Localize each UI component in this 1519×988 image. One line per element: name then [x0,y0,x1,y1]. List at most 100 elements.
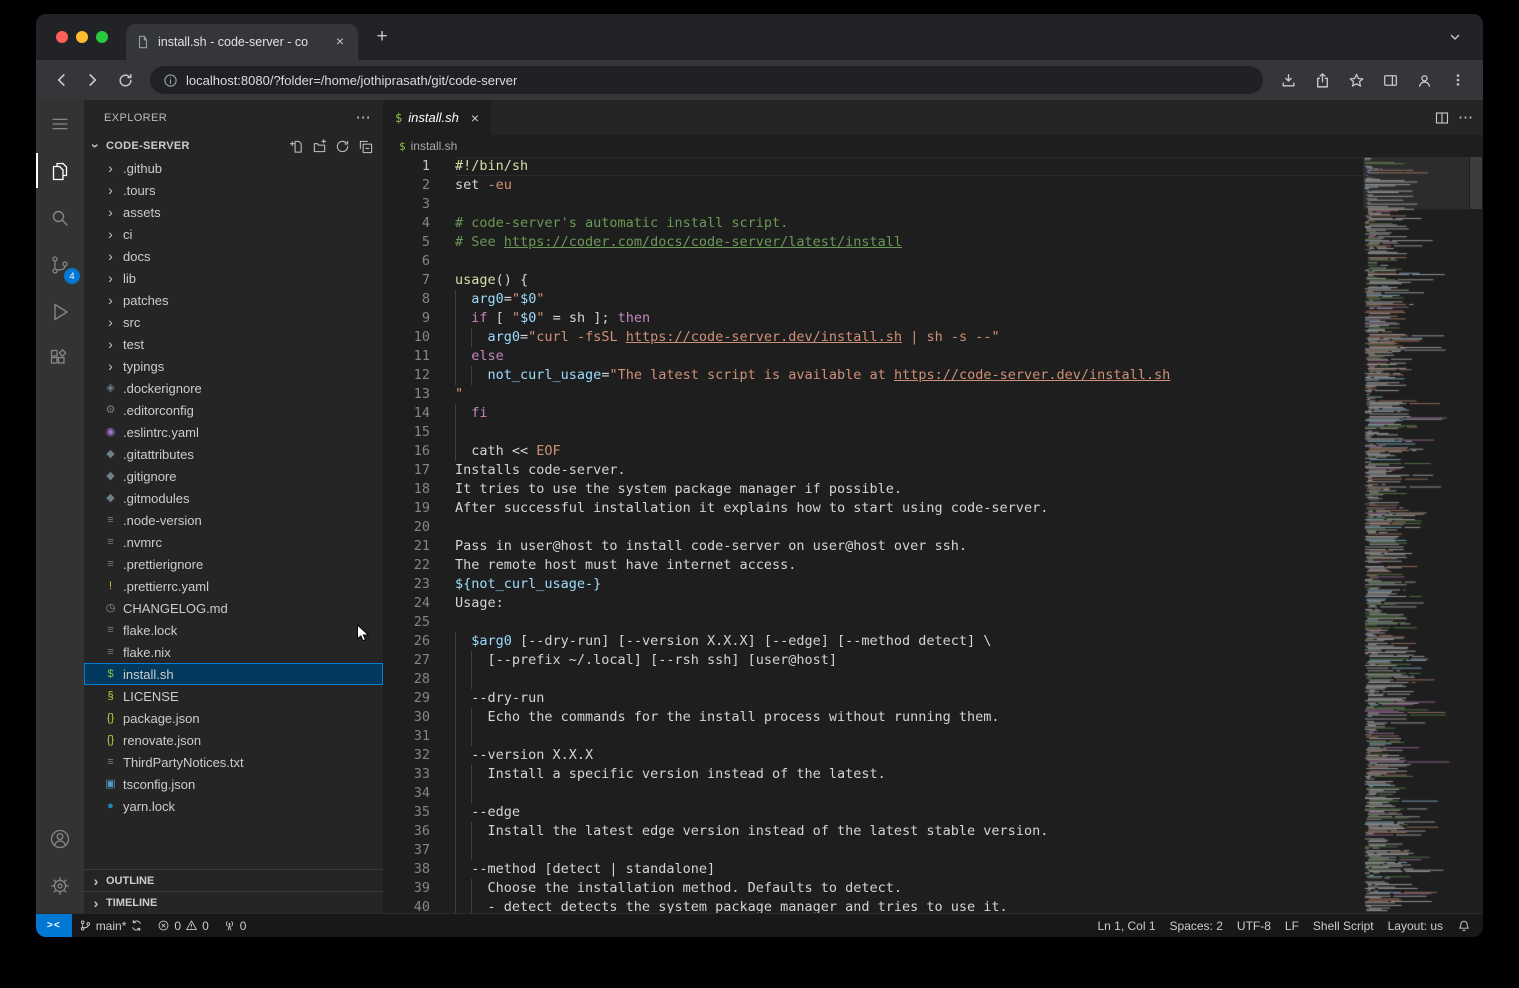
tree-file-.node-version[interactable]: ≡.node-version [84,509,383,531]
tree-folder-lib[interactable]: ›lib [84,267,383,289]
editor-tab-close-button[interactable]: × [471,110,479,126]
code-line-3[interactable] [455,195,1363,214]
code-line-19[interactable]: After successful installation it explain… [455,499,1363,518]
tree-file-.editorconfig[interactable]: ⚙.editorconfig [84,399,383,421]
tree-file-renovate.json[interactable]: {}renovate.json [84,729,383,751]
line-number[interactable]: 13 [383,385,430,404]
code-line-10[interactable]: arg0="curl -fsSL https://code-server.dev… [455,328,1363,347]
site-info-icon[interactable] [163,73,178,88]
editor-tab-install-sh[interactable]: $ install.sh × [383,100,491,135]
minimize-window-button[interactable] [76,31,88,43]
collapse-folders-button[interactable] [355,136,375,156]
application-menu-button[interactable] [36,100,84,147]
close-window-button[interactable] [56,31,68,43]
code-line-26[interactable]: $arg0 [--dry-run] [--version X.X.X] [--e… [455,632,1363,651]
code-line-6[interactable] [455,252,1363,271]
code-line-1[interactable]: #!/bin/sh [455,157,1363,176]
line-number[interactable]: 9 [383,309,430,328]
tree-folder-patches[interactable]: ›patches [84,289,383,311]
line-number[interactable]: 16 [383,442,430,461]
remote-indicator[interactable]: >< [36,914,72,937]
tree-file-.gitignore[interactable]: ◆.gitignore [84,465,383,487]
tree-file-install.sh[interactable]: $install.sh [84,663,383,685]
outline-section-header[interactable]: › OUTLINE [84,869,383,891]
line-number[interactable]: 12 [383,366,430,385]
tree-file-LICENSE[interactable]: §LICENSE [84,685,383,707]
settings-button[interactable] [36,862,84,909]
code-line-24[interactable]: Usage: [455,594,1363,613]
line-number[interactable]: 39 [383,879,430,898]
code-line-8[interactable]: arg0="$0" [455,290,1363,309]
install-app-button[interactable] [1273,65,1303,95]
tree-file-tsconfig.json[interactable]: ▣tsconfig.json [84,773,383,795]
code-line-22[interactable]: The remote host must have internet acces… [455,556,1363,575]
tree-folder-typings[interactable]: ›typings [84,355,383,377]
tree-file-flake.nix[interactable]: ≡flake.nix [84,641,383,663]
tree-file-CHANGELOG.md[interactable]: ◷CHANGELOG.md [84,597,383,619]
browser-menu-button[interactable] [1443,65,1473,95]
problems-indicator[interactable]: 0 0 [150,914,215,937]
notifications-button[interactable] [1450,914,1483,937]
bookmark-button[interactable] [1341,65,1371,95]
line-number[interactable]: 29 [383,689,430,708]
code-line-39[interactable]: Choose the installation method. Defaults… [455,879,1363,898]
ports-indicator[interactable]: 0 [216,914,254,937]
line-number[interactable]: 34 [383,784,430,803]
line-numbers-gutter[interactable]: 1234567891011121314151617181920212223242… [383,157,455,913]
code-line-20[interactable] [455,518,1363,537]
tree-file-package.json[interactable]: {}package.json [84,707,383,729]
zoom-window-button[interactable] [96,31,108,43]
refresh-explorer-button[interactable] [332,136,352,156]
new-folder-button[interactable] [309,136,329,156]
code-line-33[interactable]: Install a specific version instead of th… [455,765,1363,784]
line-number[interactable]: 24 [383,594,430,613]
code-line-31[interactable] [455,727,1363,746]
code-line-38[interactable]: --method [detect | standalone] [455,860,1363,879]
line-number[interactable]: 20 [383,518,430,537]
line-number[interactable]: 32 [383,746,430,765]
tree-file-ThirdPartyNotices.txt[interactable]: ≡ThirdPartyNotices.txt [84,751,383,773]
code-line-27[interactable]: [--prefix ~/.local] [--rsh ssh] [user@ho… [455,651,1363,670]
new-file-button[interactable] [286,136,306,156]
tree-file-.eslintrc.yaml[interactable]: ◉.eslintrc.yaml [84,421,383,443]
code-line-37[interactable] [455,841,1363,860]
line-number[interactable]: 26 [383,632,430,651]
side-panel-button[interactable] [1375,65,1405,95]
line-number[interactable]: 21 [383,537,430,556]
run-debug-view-button[interactable] [36,288,84,335]
code-line-9[interactable]: if [ "$0" = sh ]; then [455,309,1363,328]
breadcrumb[interactable]: $ install.sh [383,135,1483,157]
tree-file-.prettierignore[interactable]: ≡.prettierignore [84,553,383,575]
code-line-17[interactable]: Installs code-server. [455,461,1363,480]
tab-search-button[interactable] [1441,23,1469,51]
code-line-25[interactable] [455,613,1363,632]
git-branch-indicator[interactable]: main* [72,914,151,937]
code-content[interactable]: #!/bin/shset -eu # code-server's automati… [455,157,1363,913]
tree-folder-.tours[interactable]: ›.tours [84,179,383,201]
code-line-2[interactable]: set -eu [455,176,1363,195]
code-line-15[interactable] [455,423,1363,442]
line-number[interactable]: 7 [383,271,430,290]
profile-button[interactable] [1409,65,1439,95]
line-number[interactable]: 18 [383,480,430,499]
line-number[interactable]: 25 [383,613,430,632]
code-line-29[interactable]: --dry-run [455,689,1363,708]
tree-file-.gitmodules[interactable]: ◆.gitmodules [84,487,383,509]
line-number[interactable]: 11 [383,347,430,366]
explorer-more-actions-button[interactable]: ⋯ [356,110,371,125]
tree-file-yarn.lock[interactable]: ●yarn.lock [84,795,383,817]
new-tab-button[interactable]: + [368,23,396,51]
minimap[interactable] [1363,157,1469,913]
line-number[interactable]: 2 [383,176,430,195]
code-line-13[interactable]: " [455,385,1363,404]
code-line-7[interactable]: usage() { [455,271,1363,290]
share-button[interactable] [1307,65,1337,95]
tree-file-.gitattributes[interactable]: ◆.gitattributes [84,443,383,465]
code-line-40[interactable]: - detect detects the system package mana… [455,898,1363,913]
line-number[interactable]: 40 [383,898,430,913]
editor-more-actions-button[interactable]: ⋯ [1458,110,1473,125]
code-line-4[interactable]: # code-server's automatic install script… [455,214,1363,233]
tree-folder-.github[interactable]: ›.github [84,157,383,179]
browser-tab[interactable]: install.sh - code-server - co × [126,24,358,60]
code-line-30[interactable]: Echo the commands for the install proces… [455,708,1363,727]
